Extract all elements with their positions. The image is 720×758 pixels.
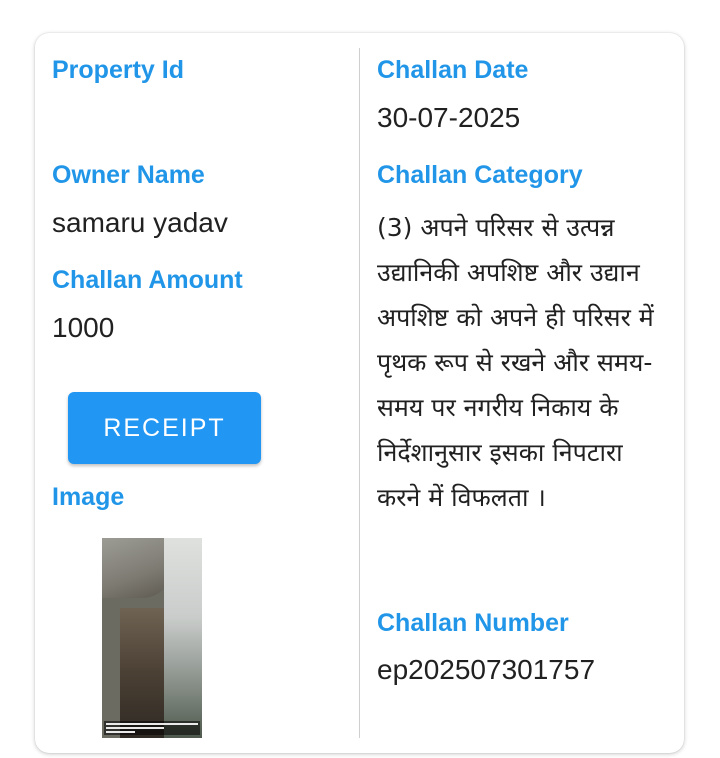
challan-amount-label: Challan Amount — [52, 266, 243, 294]
challan-card: Property Id Owner Name samaru yadav Chal… — [35, 33, 684, 753]
challan-date-value: 30-07-2025 — [377, 102, 521, 133]
challan-amount-value: 1000 — [52, 312, 115, 343]
challan-date-label: Challan Date — [377, 56, 529, 84]
challan-number-label: Challan Number — [377, 609, 569, 637]
image-ledge — [102, 538, 172, 598]
challan-category-value: (3) अपने परिसर से उत्पन्न उद्यानिकी अपशि… — [377, 213, 654, 512]
image-caption-overlay — [104, 721, 200, 735]
image-wall — [164, 538, 202, 738]
image-label: Image — [52, 483, 125, 511]
owner-name-label: Owner Name — [52, 161, 205, 189]
property-id-label: Property Id — [52, 56, 184, 84]
challan-category-label: Challan Category — [377, 161, 583, 189]
column-divider — [359, 48, 360, 738]
challan-image-thumbnail[interactable] — [102, 538, 202, 738]
challan-number-value: ep202507301757 — [377, 654, 596, 685]
owner-name-value: samaru yadav — [52, 207, 228, 238]
image-drain — [120, 608, 170, 738]
receipt-button[interactable]: RECEIPT — [68, 392, 261, 464]
